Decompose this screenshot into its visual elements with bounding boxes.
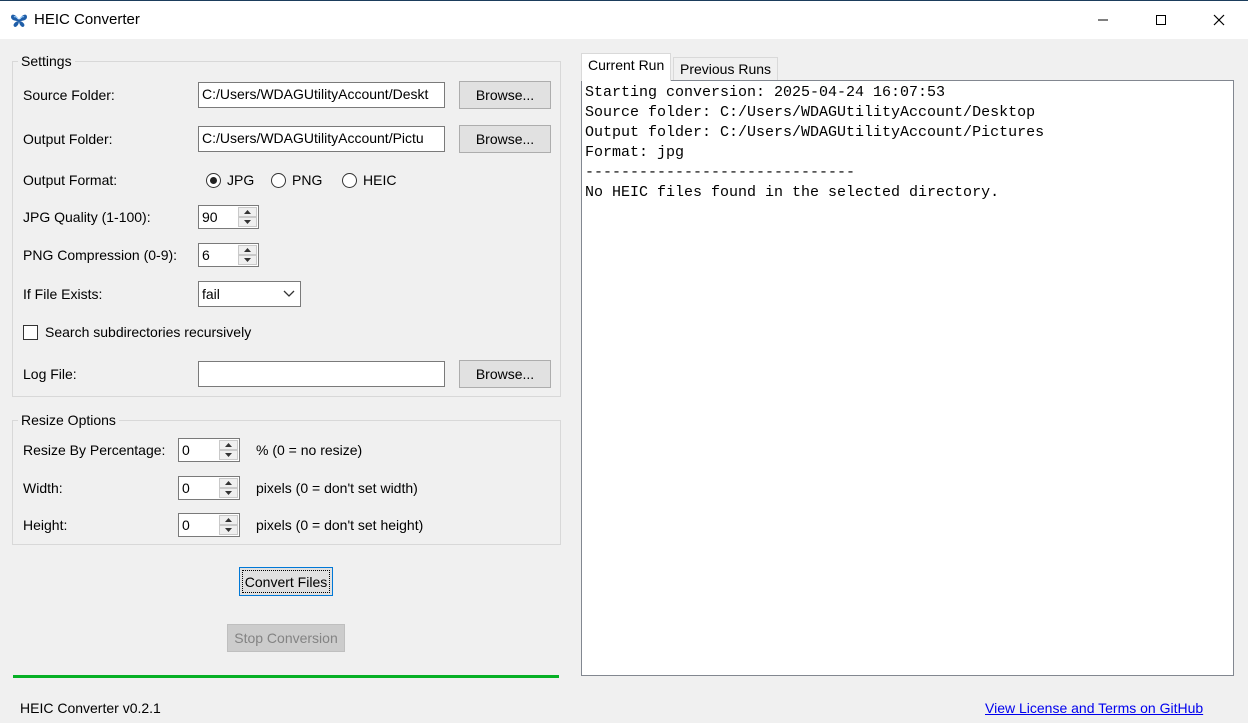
if-exists-dropdown[interactable]: fail	[198, 281, 301, 307]
resize-percentage-label: Resize By Percentage:	[23, 442, 166, 458]
spin-up-arrow-icon[interactable]	[219, 440, 238, 450]
format-radio-heic-label: HEIC	[363, 172, 397, 188]
radio-unselected-icon	[342, 172, 357, 188]
title-bar: HEIC Converter	[0, 0, 1248, 39]
resize-percentage-hint: % (0 = no resize)	[256, 442, 363, 458]
maximize-button[interactable]	[1132, 1, 1190, 39]
log-line: ------------------------------	[585, 164, 856, 181]
output-browse-button[interactable]: Browse...	[459, 125, 551, 153]
resize-percentage-value: 0	[182, 442, 190, 458]
recursive-label[interactable]: Search subdirectories recursively	[45, 324, 251, 340]
recursive-checkbox[interactable]	[23, 325, 38, 340]
spin-up-arrow-icon[interactable]	[238, 207, 257, 217]
if-exists-value: fail	[202, 286, 220, 302]
minimize-button[interactable]	[1074, 1, 1132, 39]
log-file-input[interactable]	[198, 361, 445, 387]
log-browse-button[interactable]: Browse...	[459, 360, 551, 388]
jpg-quality-spinbox[interactable]: 90	[198, 205, 259, 229]
source-folder-label: Source Folder:	[23, 87, 115, 103]
format-radio-heic[interactable]: HEIC	[342, 172, 396, 188]
png-compression-spinbox[interactable]: 6	[198, 243, 259, 267]
spin-down-arrow-icon[interactable]	[238, 255, 257, 265]
settings-group	[12, 61, 561, 397]
log-line: Format: jpg	[585, 144, 685, 161]
minimize-icon	[1098, 19, 1108, 21]
format-radio-png-label: PNG	[292, 172, 323, 188]
output-folder-input[interactable]: C:/Users/WDAGUtilityAccount/Pictu	[198, 126, 445, 152]
convert-files-button[interactable]: Convert Files	[239, 567, 333, 596]
format-radio-jpg[interactable]: JPG	[206, 172, 254, 188]
format-radio-png[interactable]: PNG	[271, 172, 322, 188]
source-folder-input[interactable]: C:/Users/WDAGUtilityAccount/Deskt	[198, 82, 445, 108]
tab-current-run[interactable]: Current Run	[581, 53, 672, 81]
log-line: No HEIC files found in the selected dire…	[585, 184, 1000, 201]
spin-up-arrow-icon[interactable]	[219, 515, 238, 525]
maximize-icon	[1156, 15, 1166, 25]
radio-selected-icon	[206, 172, 221, 188]
jpg-quality-label: JPG Quality (1-100):	[23, 209, 151, 225]
height-hint: pixels (0 = don't set height)	[256, 517, 424, 533]
radio-unselected-icon	[271, 172, 286, 188]
spin-down-arrow-icon[interactable]	[219, 488, 238, 498]
format-radio-jpg-label: JPG	[227, 172, 255, 188]
license-link[interactable]: View License and Terms on GitHub	[985, 700, 1203, 716]
output-folder-label: Output Folder:	[23, 131, 113, 147]
width-label: Width:	[23, 480, 63, 496]
spin-up-arrow-icon[interactable]	[238, 245, 257, 255]
tab-previous-runs[interactable]: Previous Runs	[673, 57, 779, 81]
spin-down-arrow-icon[interactable]	[219, 450, 238, 460]
height-value: 0	[182, 517, 190, 533]
progress-bar	[13, 675, 559, 678]
spin-up-arrow-icon[interactable]	[219, 478, 238, 488]
width-hint: pixels (0 = don't set width)	[256, 480, 418, 496]
width-spinbox[interactable]: 0	[178, 476, 240, 500]
resize-percentage-spinbox[interactable]: 0	[178, 438, 240, 462]
log-line: Output folder: C:/Users/WDAGUtilityAccou…	[585, 124, 1045, 141]
if-exists-label: If File Exists:	[23, 286, 103, 302]
stop-conversion-button[interactable]: Stop Conversion	[227, 624, 345, 652]
log-file-label: Log File:	[23, 366, 77, 382]
close-button[interactable]	[1190, 1, 1248, 39]
resize-group-title: Resize Options	[18, 412, 119, 428]
log-line: Starting conversion: 2025-04-24 16:07:53	[585, 84, 946, 101]
source-browse-button[interactable]: Browse...	[459, 81, 551, 109]
window-title: HEIC Converter	[34, 11, 140, 28]
progress-fill	[13, 675, 559, 678]
log-output[interactable]: Starting conversion: 2025-04-24 16:07:53…	[581, 80, 1234, 676]
spin-down-arrow-icon[interactable]	[219, 525, 238, 535]
width-value: 0	[182, 480, 190, 496]
log-line: Source folder: C:/Users/WDAGUtilityAccou…	[585, 104, 1036, 121]
output-format-label: Output Format:	[23, 172, 118, 188]
height-spinbox[interactable]: 0	[178, 513, 240, 537]
butterfly-icon	[10, 12, 28, 28]
png-compression-label: PNG Compression (0-9):	[23, 247, 178, 263]
version-label: HEIC Converter v0.2.1	[20, 700, 161, 716]
png-compression-value: 6	[202, 247, 210, 263]
settings-group-title: Settings	[18, 53, 75, 69]
chevron-down-icon	[283, 290, 295, 297]
spin-down-arrow-icon[interactable]	[238, 217, 257, 227]
close-icon	[1213, 14, 1225, 26]
jpg-quality-value: 90	[202, 209, 218, 225]
height-label: Height:	[23, 517, 68, 533]
